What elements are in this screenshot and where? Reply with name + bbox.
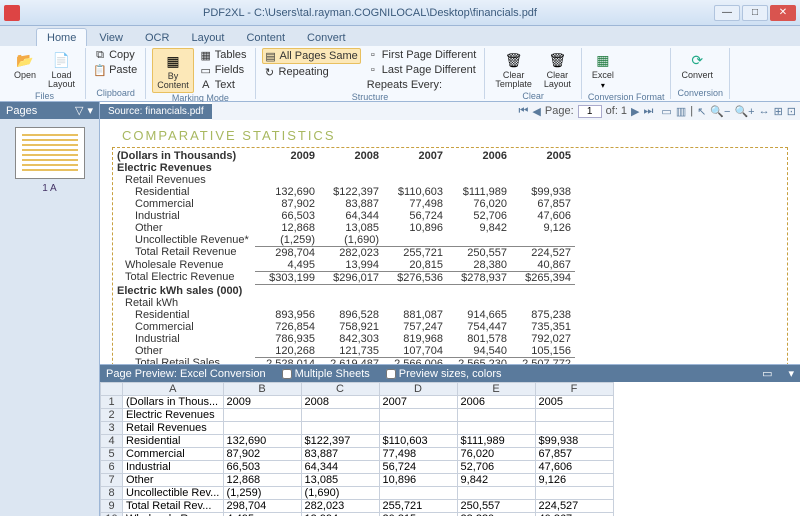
preview-header: Page Preview: Excel Conversion Multiple … xyxy=(100,365,800,382)
tab-ocr[interactable]: OCR xyxy=(135,29,179,46)
doc-table: (Dollars in Thousands)200920082007200620… xyxy=(112,147,788,364)
close-button[interactable]: ✕ xyxy=(770,5,796,21)
tool-unknown-1[interactable]: ▭ xyxy=(661,105,671,118)
folder-open-icon: 📂 xyxy=(15,50,35,70)
prev-page-button[interactable]: ◀ xyxy=(532,105,540,118)
content-icon: ▦ xyxy=(163,51,183,71)
dropdown-icon[interactable]: ▾ xyxy=(87,104,93,117)
text-button[interactable]: AText xyxy=(198,78,249,92)
page-thumbnail[interactable] xyxy=(15,127,85,179)
paste-button[interactable]: 📋Paste xyxy=(92,63,139,77)
source-label: Source: financials.pdf xyxy=(100,104,212,119)
tool-unknown-2[interactable]: ▥ xyxy=(676,105,686,118)
clear-layout-button[interactable]: 🗑Clear Layout xyxy=(540,48,575,91)
ribbon-group-files: 📂Open 📄Load Layout Files xyxy=(4,48,86,99)
preview-sizes-checkbox[interactable]: Preview sizes, colors xyxy=(386,368,502,380)
ribbon-group-clear: 🗑Clear Template 🗑Clear Layout Clear xyxy=(485,48,582,99)
copy-icon: ⧉ xyxy=(94,49,106,61)
clear-layout-icon: 🗑 xyxy=(547,50,567,70)
chevron-down-icon: ▾ xyxy=(601,81,605,90)
pointer-tool-button[interactable]: ↖ xyxy=(697,105,706,118)
repeats-every-label: Repeats Every: xyxy=(365,78,479,92)
next-page-button[interactable]: ▶ xyxy=(631,105,639,118)
paste-icon: 📋 xyxy=(94,64,106,76)
pages-panel: Pages ▽▾ 1 A xyxy=(0,102,100,516)
convert-icon: ⟳ xyxy=(687,50,707,70)
first-page-button[interactable]: ⏮ xyxy=(519,105,529,118)
tool-b-button[interactable]: ⊡ xyxy=(787,105,796,118)
repeat-icon: ↻ xyxy=(264,66,276,78)
last-page-diff-button[interactable]: ▫Last Page Different xyxy=(365,63,479,77)
all-pages-same-button[interactable]: ▤All Pages Same xyxy=(262,48,361,64)
zoom-out-button[interactable]: 🔍− xyxy=(710,105,730,118)
excel-icon: ▦ xyxy=(593,50,613,70)
ribbon-group-conversion-format: ▦Excel▾ Conversion Format xyxy=(582,48,672,99)
preview-panel: Page Preview: Excel Conversion Multiple … xyxy=(100,364,800,516)
ribbon-group-structure: ▤All Pages Same ↻Repeating ▫First Page D… xyxy=(256,48,486,99)
copy-button[interactable]: ⧉Copy xyxy=(92,48,139,62)
clear-template-icon: 🗑 xyxy=(504,50,524,70)
ribbon-group-marking: ▦By Content ▦Tables ▭Fields AText Markin… xyxy=(146,48,255,99)
open-button[interactable]: 📂Open xyxy=(10,48,40,82)
tab-home[interactable]: Home xyxy=(36,28,87,46)
preview-tool-2[interactable]: ▾ xyxy=(788,367,794,380)
clear-template-button[interactable]: 🗑Clear Template xyxy=(491,48,536,91)
tab-content[interactable]: Content xyxy=(236,29,295,46)
maximize-button[interactable]: □ xyxy=(742,5,768,21)
ribbon-group-clipboard: ⧉Copy 📋Paste Clipboard xyxy=(86,48,146,99)
field-icon: ▭ xyxy=(200,64,212,76)
tool-a-button[interactable]: ⊞ xyxy=(774,105,783,118)
text-icon: A xyxy=(200,79,212,91)
ribbon-tabs: Home View OCR Layout Content Convert xyxy=(0,26,800,46)
fit-width-button[interactable]: ↔ xyxy=(759,105,770,117)
multiple-sheets-checkbox[interactable]: Multiple Sheets xyxy=(282,368,370,380)
last-page-button[interactable]: ⏭ xyxy=(644,105,654,118)
first-page-diff-button[interactable]: ▫First Page Different xyxy=(365,48,479,62)
window-title: PDF2XL - C:\Users\tal.rayman.COGNILOCAL\… xyxy=(26,7,714,19)
preview-tool-1[interactable]: ▭ xyxy=(762,367,772,380)
filter-icon[interactable]: ▽ xyxy=(75,104,83,117)
minimize-button[interactable]: — xyxy=(714,5,740,21)
pages-panel-header: Pages ▽▾ xyxy=(0,102,99,119)
tables-button[interactable]: ▦Tables xyxy=(198,48,249,62)
title-bar: PDF2XL - C:\Users\tal.rayman.COGNILOCAL\… xyxy=(0,0,800,26)
by-content-button[interactable]: ▦By Content xyxy=(152,48,194,93)
pages-icon: ▤ xyxy=(265,50,277,62)
fields-button[interactable]: ▭Fields xyxy=(198,63,249,77)
ribbon: 📂Open 📄Load Layout Files ⧉Copy 📋Paste Cl… xyxy=(0,46,800,102)
load-layout-button[interactable]: 📄Load Layout xyxy=(44,48,79,91)
page-number-input[interactable] xyxy=(578,105,602,118)
tab-layout[interactable]: Layout xyxy=(181,29,234,46)
convert-button[interactable]: ⟳Convert xyxy=(677,48,717,82)
app-logo-icon xyxy=(4,5,20,21)
excel-format-button[interactable]: ▦Excel▾ xyxy=(588,48,618,92)
thumbnail-label: 1 A xyxy=(0,183,99,194)
ribbon-group-conversion: ⟳Convert Conversion xyxy=(671,48,730,99)
doc-title: COMPARATIVE STATISTICS xyxy=(122,128,788,143)
source-bar: Source: financials.pdf ⏮ ◀ Page: of: 1 ▶… xyxy=(100,102,800,120)
layout-icon: 📄 xyxy=(52,50,72,70)
document-view[interactable]: COMPARATIVE STATISTICS (Dollars in Thous… xyxy=(100,120,800,364)
preview-grid[interactable]: ABCDEF1(Dollars in Thous...2009200820072… xyxy=(100,382,800,516)
tab-view[interactable]: View xyxy=(89,29,133,46)
table-icon: ▦ xyxy=(200,49,212,61)
repeating-button[interactable]: ↻Repeating xyxy=(262,65,361,79)
zoom-in-button[interactable]: 🔍+ xyxy=(734,105,754,118)
tab-convert[interactable]: Convert xyxy=(297,29,356,46)
